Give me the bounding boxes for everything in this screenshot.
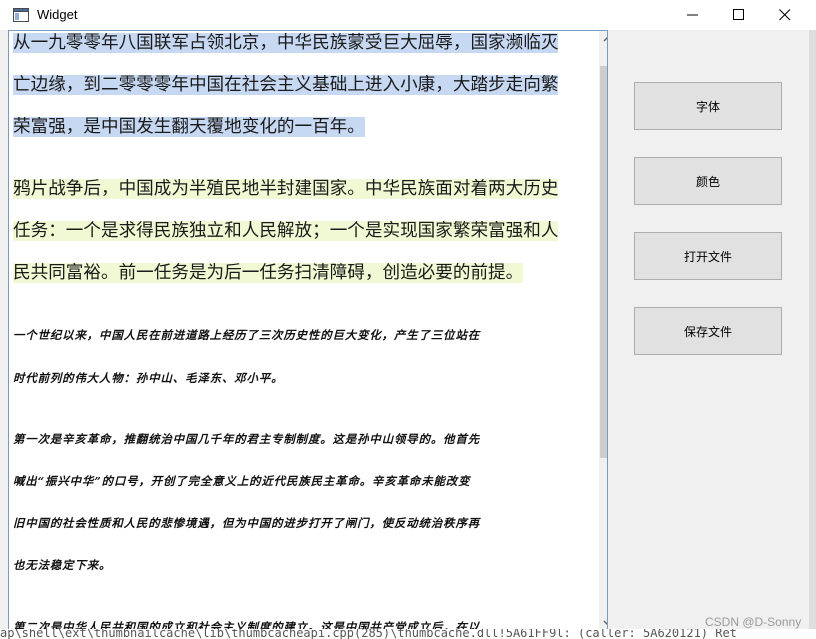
text-editor[interactable]: 从一九零零年八国联军占领北京，中华民族蒙受巨大屈辱，国家濒临灭 亡边缘，到二零零… bbox=[8, 30, 608, 632]
text-line: 也无法稳定下来。 bbox=[13, 558, 112, 572]
minimize-icon bbox=[687, 14, 698, 16]
font-button[interactable]: 字体 bbox=[634, 82, 782, 130]
maximize-button[interactable] bbox=[716, 0, 762, 30]
text-line: 喊出“振兴中华”的口号，开创了完全意义上的近代民族民主革命。辛亥革命未能改变 bbox=[13, 474, 471, 488]
text-line: 任务：一个是求得民族独立和人民解放；一个是实现国家繁荣富强和人 bbox=[13, 221, 559, 241]
text-line: 荣富强，是中国发生翻天覆地变化的一百年。 bbox=[13, 117, 365, 137]
text-line: 从一九零零年八国联军占领北京，中华民族蒙受巨大屈辱，国家濒临灭 bbox=[13, 33, 559, 53]
text-line: 一个世纪以来，中国人民在前进道路上经历了三次历史性的巨大变化，产生了三位站在 bbox=[13, 328, 481, 342]
window-border bbox=[809, 30, 816, 639]
open-file-button[interactable]: 打开文件 bbox=[634, 232, 782, 280]
watermark: CSDN @D-Sonny bbox=[705, 615, 802, 629]
text-line: 亡边缘，到二零零零年中国在社会主义基础上进入小康，大踏步走向繁 bbox=[13, 75, 559, 95]
text-line: 民共同富裕。前一任务是为后一任务扫清障碍，创造必要的前提。 bbox=[13, 263, 524, 283]
vertical-scrollbar[interactable] bbox=[599, 31, 607, 631]
text-line: 时代前列的伟大人物：孙中山、毛泽东、邓小平。 bbox=[13, 371, 284, 385]
title-bar: Widget bbox=[0, 0, 816, 30]
console-text: ap\shell\ext\thumbnailcache\lib\thumbcac… bbox=[0, 629, 737, 639]
scroll-thumb[interactable] bbox=[600, 66, 607, 458]
minimize-button[interactable] bbox=[670, 0, 716, 30]
window-title: Widget bbox=[37, 7, 78, 22]
background-console-text: ap\shell\ext\thumbnailcache\lib\thumbcac… bbox=[0, 629, 816, 639]
text-line: 旧中国的社会性质和人民的悲惨境遇，但为中国的进步打开了闸门，使反动统治秩序再 bbox=[13, 516, 481, 530]
text-line: 第一次是辛亥革命，推翻统治中国几千年的君主专制制度。这是孙中山领导的。他首先 bbox=[13, 432, 481, 446]
scroll-up-button[interactable] bbox=[599, 31, 607, 48]
save-file-button[interactable]: 保存文件 bbox=[634, 307, 782, 355]
close-icon bbox=[779, 9, 791, 21]
maximize-icon bbox=[733, 9, 744, 20]
app-window-icon bbox=[13, 8, 29, 22]
text-line: 鸦片战争后，中国成为半殖民地半封建国家。中华民族面对着两大历史 bbox=[13, 179, 559, 199]
chevron-up-icon bbox=[603, 37, 607, 42]
close-button[interactable] bbox=[762, 0, 808, 30]
color-button[interactable]: 颜色 bbox=[634, 157, 782, 205]
